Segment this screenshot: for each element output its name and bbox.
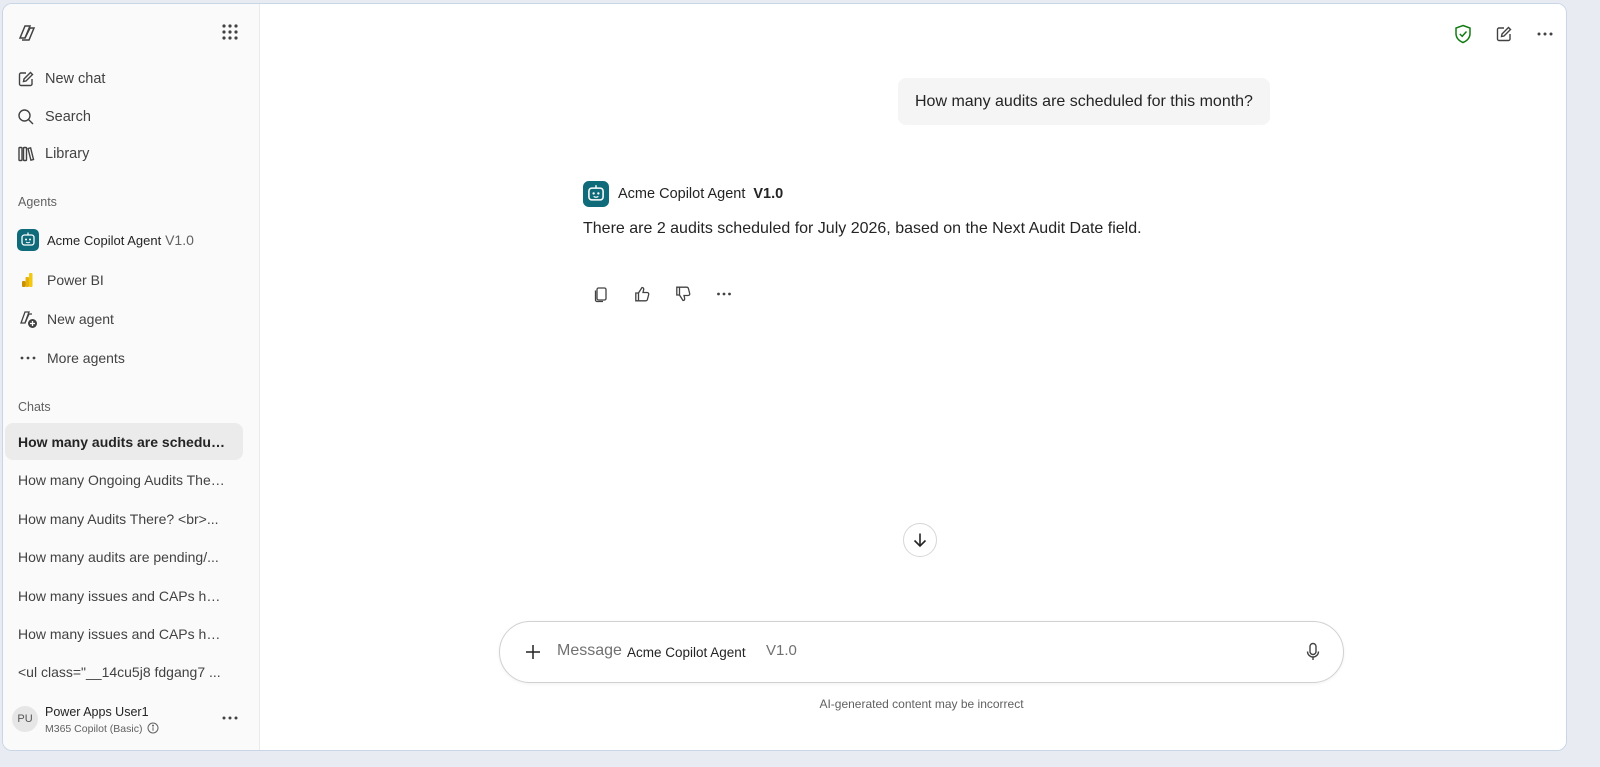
user-message-bubble: How many audits are scheduled for this m… xyxy=(898,78,1270,125)
chats-heading: Chats xyxy=(18,400,51,414)
chat-item-label: How many issues and CAPs have... xyxy=(18,587,225,604)
agent-version: V1.0 xyxy=(753,186,784,202)
new-chat-icon[interactable] xyxy=(1492,22,1516,46)
user-plan: M365 Copilot (Basic) xyxy=(45,723,143,735)
library-icon xyxy=(16,144,36,164)
microphone-icon[interactable] xyxy=(1302,641,1324,663)
powerbi-icon xyxy=(17,269,39,291)
shield-check-icon[interactable] xyxy=(1451,22,1475,46)
chat-item[interactable]: How many audits are pending/... xyxy=(5,538,243,575)
avatar: PU xyxy=(12,706,38,732)
chat-main: How many audits are scheduled for this m… xyxy=(260,4,1566,750)
agent-acme-label: Acme Copilot Agent V1.0 xyxy=(47,232,194,248)
chat-item-active[interactable]: How many audits are scheduled for this m… xyxy=(5,423,243,460)
agent-acme-name: Acme Copilot Agent xyxy=(47,233,162,248)
library-label: Library xyxy=(45,146,90,162)
more-options-icon[interactable] xyxy=(218,708,242,728)
info-icon[interactable] xyxy=(146,721,160,735)
compose-icon xyxy=(16,69,36,89)
agent-power-bi-label: Power BI xyxy=(47,272,104,288)
chat-item-label: How many audits are pending/... xyxy=(18,548,219,565)
arrow-down-icon xyxy=(913,533,927,548)
copilot-logo-icon[interactable] xyxy=(16,22,38,44)
bot-avatar-icon xyxy=(17,229,39,251)
chat-item-label: <ul class="__14cu5j8 fdgang7 ... xyxy=(18,663,221,680)
sidebar: New chat Search Library Agents Acme Copi… xyxy=(3,4,260,750)
more-options-icon[interactable] xyxy=(712,282,736,306)
search-label: Search xyxy=(45,109,91,125)
composer-agent-name: Acme Copilot Agent xyxy=(627,645,746,660)
more-agents-label: More agents xyxy=(47,350,125,366)
ai-disclaimer: AI-generated content may be incorrect xyxy=(819,697,1024,711)
chat-item[interactable]: <ul class="__14cu5j8 fdgang7 ... xyxy=(5,653,243,690)
chat-item-label: How many Ongoing Audits There? xyxy=(18,471,225,488)
agent-answer: There are 2 audits scheduled for July 20… xyxy=(583,220,1142,237)
more-horizontal-icon xyxy=(17,347,39,369)
search-icon xyxy=(16,107,36,127)
library-button[interactable]: Library xyxy=(3,137,260,171)
new-chat-label: New chat xyxy=(45,71,106,87)
new-agent-label: New agent xyxy=(47,311,114,327)
new-agent-button[interactable]: New agent xyxy=(3,301,260,337)
add-attachment-icon[interactable] xyxy=(522,641,544,663)
agent-acme-copilot[interactable]: Acme Copilot Agent V1.0 xyxy=(3,222,260,258)
message-composer[interactable]: Message Acme Copilot Agent V1.0 xyxy=(499,621,1344,683)
chat-item[interactable]: How many Audits There? <br>... xyxy=(5,500,243,537)
user-profile[interactable]: PU Power Apps User1 M365 Copilot (Basic) xyxy=(3,700,260,750)
agent-power-bi[interactable]: Power BI xyxy=(3,262,260,298)
user-name: Power Apps User1 xyxy=(45,705,149,719)
sidebar-header xyxy=(3,4,260,60)
chat-item-label: How many Audits There? <br>... xyxy=(18,510,219,527)
app-launcher-icon[interactable] xyxy=(219,21,241,43)
response-actions xyxy=(589,282,753,306)
search-button[interactable]: Search xyxy=(3,100,260,134)
new-chat-button[interactable]: New chat xyxy=(3,62,260,96)
app-window: New chat Search Library Agents Acme Copi… xyxy=(2,3,1567,751)
bot-avatar-icon xyxy=(583,181,609,207)
agent-response-header: Acme Copilot Agent V1.0 xyxy=(583,181,783,207)
chat-item[interactable]: How many Ongoing Audits There? xyxy=(5,461,243,498)
chat-item-label: How many audits are scheduled for this m… xyxy=(18,433,225,450)
message-placeholder[interactable]: Message xyxy=(557,642,622,660)
more-agents-button[interactable]: More agents xyxy=(3,340,260,376)
new-agent-icon xyxy=(17,308,39,330)
chat-item[interactable]: How many issues and CAPs have... xyxy=(5,615,243,652)
chat-item-label: How many issues and CAPs have... xyxy=(18,625,225,642)
composer-agent-version: V1.0 xyxy=(766,642,797,659)
thumbs-down-icon[interactable] xyxy=(671,282,695,306)
more-options-icon[interactable] xyxy=(1533,22,1557,46)
agents-heading: Agents xyxy=(18,195,57,209)
scroll-to-bottom-button[interactable] xyxy=(903,523,937,557)
agent-name: Acme Copilot Agent xyxy=(618,186,746,202)
agent-acme-version: V1.0 xyxy=(165,232,194,248)
chat-item[interactable]: How many issues and CAPs have... xyxy=(5,577,243,614)
thumbs-up-icon[interactable] xyxy=(630,282,654,306)
copy-icon[interactable] xyxy=(589,282,613,306)
